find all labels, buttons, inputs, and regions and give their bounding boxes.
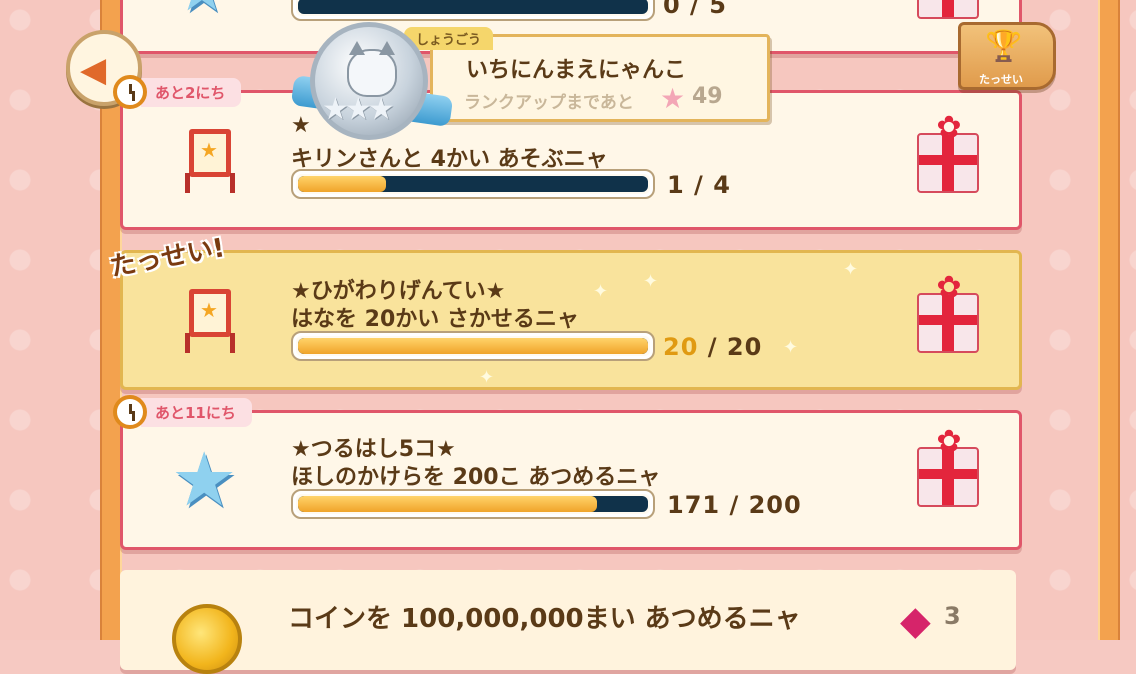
title-name: いちにんまえにゃんこ [466, 58, 687, 83]
star-icon: ★ [171, 437, 238, 523]
gift-box-icon[interactable]: ✿ [917, 0, 979, 19]
deadline-badge: あと2にち [113, 75, 242, 109]
mission-card-crane[interactable]: あと11にち ★ ★つるはし5コ★ ほしのかけらを 200こ あつめるニャ 17… [113, 395, 1022, 550]
deadline-label: あと2にち [141, 77, 242, 107]
progress-bar [291, 331, 655, 361]
progress-count: 171 / 200 [667, 491, 802, 519]
gift-box-icon[interactable]: ✿ [917, 113, 979, 193]
progress-count: 20 / 20 [663, 333, 763, 361]
achievement-label: たっせい [979, 73, 1023, 86]
progress-count: 0 / 5 [663, 0, 727, 19]
rank-star-icon: ★ [660, 82, 686, 115]
gem-reward-count: 3 [944, 602, 961, 630]
easel-icon: ★ [181, 123, 239, 193]
gift-box-icon[interactable]: ✿ [917, 273, 979, 353]
medal-stars-icon: ★★★ [322, 92, 395, 127]
sparkle-icon: ✦ [479, 367, 495, 388]
progress-fill [298, 496, 598, 512]
coin-icon [172, 604, 242, 674]
mission-title: ★ [291, 113, 311, 138]
progress-bar [291, 489, 655, 519]
mission-description: ほしのかけらを 200こ あつめるニャ [291, 465, 661, 490]
cat-icon [347, 41, 397, 97]
right-rail [1098, 0, 1120, 640]
gem-icon: ◆ [900, 598, 931, 644]
mission-card-coins[interactable]: コインを 100,000,000まい あつめるニャ [120, 570, 1016, 670]
progress-fill [298, 338, 648, 354]
sparkle-icon: ✦ [843, 259, 859, 280]
sparkle-icon: ✦ [593, 281, 609, 302]
rankup-label: ランクアップまであと [464, 93, 634, 113]
trophy-icon: 🏆 [985, 29, 1023, 64]
sparkle-icon: ✦ [783, 337, 799, 358]
clock-icon [113, 395, 147, 429]
achievement-button[interactable]: 🏆 たっせい [958, 22, 1056, 90]
progress-fill [298, 176, 386, 192]
back-arrow-icon: ◀ [80, 50, 107, 90]
rankup-value: 49 [692, 84, 723, 109]
gift-box-icon[interactable]: ✿ [917, 427, 979, 507]
star-icon: ★ [175, 0, 229, 27]
deadline-label: あと11にち [141, 397, 252, 427]
progress-bar [291, 0, 655, 21]
clock-icon [113, 75, 147, 109]
progress-count: 1 / 4 [667, 171, 731, 199]
mission-card-sunflower[interactable]: たっせい! ★ ★ひがわりげんてい★ はなを 20かい さかせるニャ 20 / … [108, 233, 1022, 390]
mission-description: コインを 100,000,000まい あつめるニャ [288, 604, 801, 634]
deadline-badge: あと11にち [113, 395, 252, 429]
easel-icon: ★ [181, 283, 239, 353]
mission-description: はなを 20かい さかせるニャ [291, 307, 579, 332]
progress-bar [291, 169, 655, 199]
sparkle-icon: ✦ [643, 271, 659, 292]
